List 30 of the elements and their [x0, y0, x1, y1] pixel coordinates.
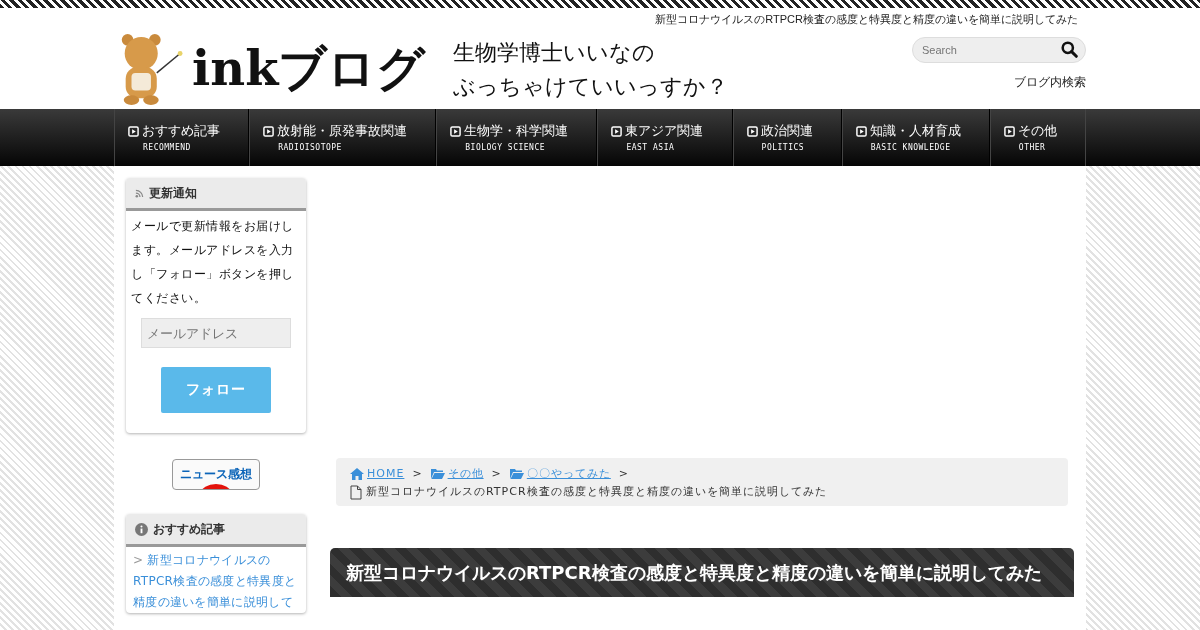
breadcrumb-current: 新型コロナウイルスのRTPCR検査の感度と特異度と精度の違いを簡単に説明してみた: [366, 484, 827, 500]
info-icon: [135, 522, 148, 536]
breadcrumb-separator: >: [491, 466, 502, 482]
folder-icon: [509, 468, 524, 480]
news-banner[interactable]: ニュース感想: [172, 459, 260, 490]
search-field[interactable]: Search: [912, 37, 1086, 63]
search-icon[interactable]: [1061, 41, 1078, 58]
widget-title: おすすめ記事: [153, 520, 225, 538]
rss-icon: [135, 188, 144, 198]
recommended-link[interactable]: > 新型コロナウイルスのRTPCR検査の感度と特異度と精度の違いを簡単に説明して: [126, 547, 306, 613]
blog-logo[interactable]: inkブログ: [192, 32, 426, 104]
document-icon: [350, 484, 362, 500]
subscribe-text: メールで更新情報をお届けします。メールアドレスを入力し「フォロー」ボタンを押してください。: [131, 218, 295, 307]
play-icon: [1003, 125, 1015, 137]
play-icon: [746, 125, 758, 137]
tagline: 生物学博士いいなの ぶっちゃけていいっすか？: [453, 39, 729, 101]
play-icon: [128, 125, 139, 137]
home-icon: [350, 468, 364, 480]
breadcrumb-separator: >: [618, 466, 630, 482]
play-icon: [855, 125, 867, 137]
breadcrumb-separator: >: [412, 466, 423, 482]
folder-icon: [430, 468, 445, 480]
search-caption: ブログ内検索: [1014, 74, 1086, 91]
play-icon: [611, 125, 623, 137]
email-field[interactable]: メールアドレス: [141, 318, 291, 348]
widget-title: 更新通知: [149, 184, 197, 202]
header-page-title: 新型コロナウイルスのRTPCR検査の感度と特異度と精度の違いを簡単に説明してみた: [655, 12, 1078, 27]
play-icon: [263, 125, 275, 137]
play-icon: [450, 125, 462, 137]
article-title: 新型コロナウイルスのRTPCR検査の感度と特異度と精度の違いを簡単に説明してみた: [330, 548, 1074, 597]
